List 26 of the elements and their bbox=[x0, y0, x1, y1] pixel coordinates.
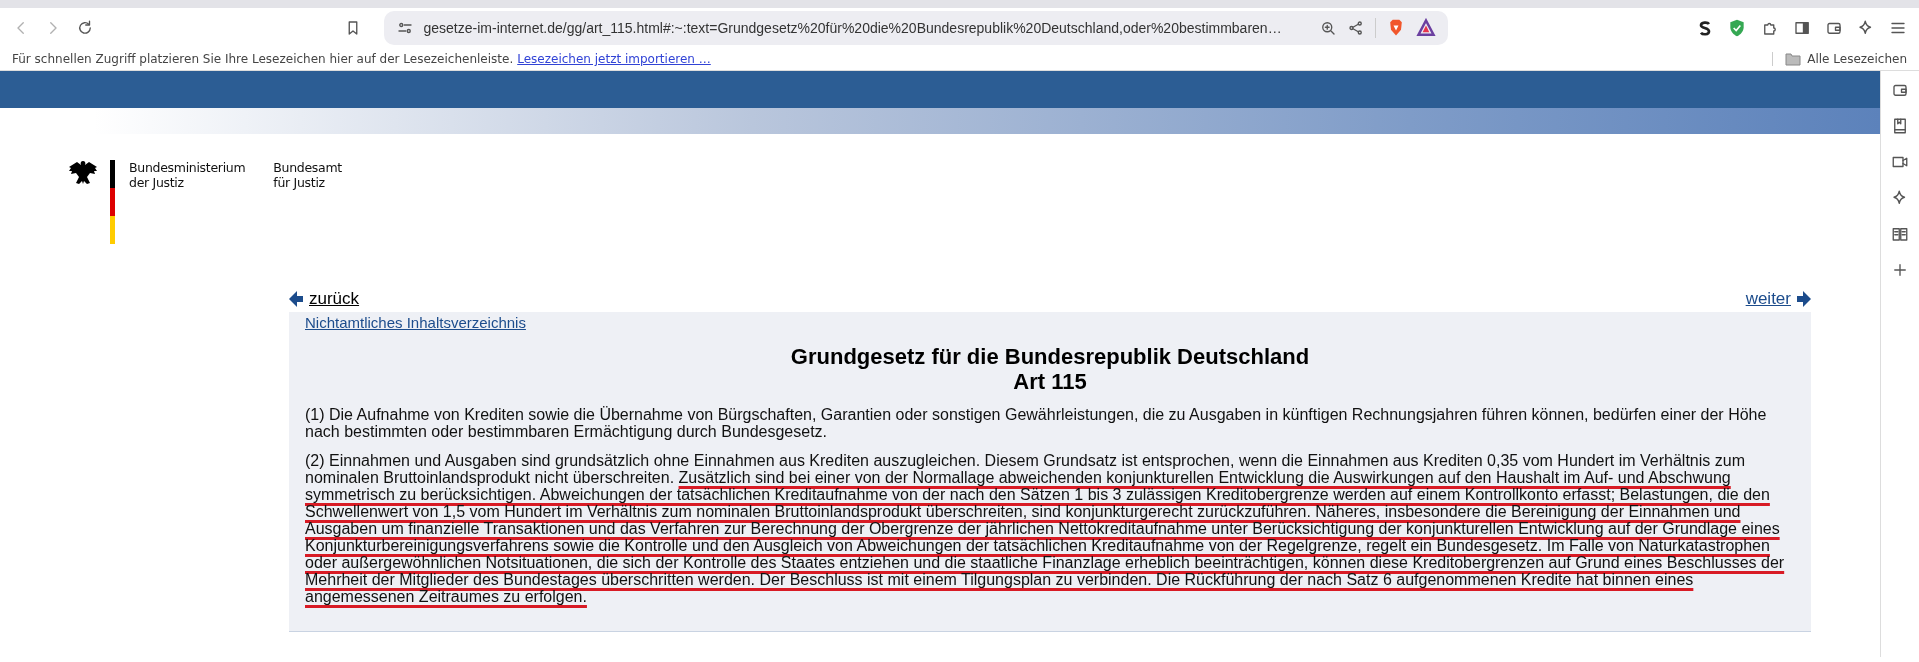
triangle-icon[interactable] bbox=[1415, 18, 1436, 38]
bookmarks-hint: Für schnellen Zugriff platzieren Sie Ihre Lesezeichen hier auf der Lesezeichenleiste. bbox=[12, 52, 514, 66]
import-bookmarks-link[interactable]: Lesezeichen jetzt importieren … bbox=[517, 52, 711, 66]
law-paragraph: (2) Einnahmen und Ausgaben sind grundsätzlich ohne Einnahmen aus Krediten auszugleichen. Diesem Grundsatz ist entsprochen, wenn die Einnahmen aus Krediten 0,35 vom Hundert im Verhältnis zum nominalen Bruttoinlandsprodukt nicht überschreiten. Zusätzlich sind bei einer von der Normallage abweichenden konjunkturellen Entwicklung die Auswirkungen auf den Haushalt im Auf- und Abschwung symmetrisch zu berücksichtigen. Abweichungen der tatsächlichen Kreditaufnahme von der nach den Sätzen 1 bis 3 zulässigen Kreditobergrenze werden auf einem Kontrollkonto erfasst; Belastungen, die den Schwellenwert von 1,5 vom Hundert im Verhältnis zum nominalen Bruttoinlandsprodukt überschreiten, sind konjunkturgerecht zurückzuführen. Näheres, insbesondere die Bereinigung der Einnahmen und Ausgaben um finanzielle Transaktionen und das Verfahren zur Berechnung der Obergrenze der jährlichen Nettokreditaufnahme unter Berücksichtigung der konjunkturellen Entwicklung auf der Grundlage eines Konjunkturbereinigungsverfahrens sowie die Kontrolle und den Ausgleich von Abweichungen der tatsächlichen Kreditaufnahme von der Regelgrenze, regelt ein Bundesgesetz. Im Falle von Naturkatastrophen oder außergewöhnlichen Notsituationen, die sich der Kontrolle des Staates entziehen und die staatliche Finanzlage erheblich beeinträchtigen, können diese Kreditobergrenzen auf Grund eines Beschlusses der Mehrheit der Mitglieder des Bundestages überschritten werden. Der Beschluss ist mit einem Tilgungsplan zu verbinden. Die Rückführung der nach Satz 6 aufgenommenen Kredite hat binnen eines angemessenen Zeitraumes zu erfolgen. bbox=[305, 452, 1786, 605]
folder-icon bbox=[1785, 52, 1802, 66]
sidebar-icon[interactable] bbox=[1793, 19, 1811, 37]
all-bookmarks-label[interactable]: Alle Lesezeichen bbox=[1807, 52, 1907, 66]
eagle-icon bbox=[68, 160, 98, 186]
ministry-name: Bundesministerium der Justiz bbox=[129, 160, 246, 192]
s-logo-icon[interactable] bbox=[1697, 19, 1713, 37]
back-link[interactable]: zurück bbox=[289, 289, 360, 309]
left-arrow-icon bbox=[289, 291, 303, 307]
share-icon[interactable] bbox=[1346, 19, 1365, 37]
article-number: Art 115 bbox=[1012, 369, 1088, 394]
office-name: Bundesamt für Justiz bbox=[273, 160, 342, 192]
forward-link[interactable]: weiter bbox=[1745, 289, 1811, 309]
address-bar[interactable]: gesetze-im-internet.de/gg/art_115.html#:~:text=Grundgesetz%20für%20die%20Bundesrepublik%20Deutschland,oder%20bestimmbaren… bbox=[383, 11, 1448, 45]
bookmark-book-icon[interactable] bbox=[1891, 117, 1909, 135]
law-title: Grundgesetz für die Bundesrepublik Deutschland bbox=[789, 344, 1311, 369]
reload-icon[interactable] bbox=[76, 19, 94, 37]
right-arrow-icon bbox=[1797, 291, 1811, 307]
law-paragraph: (1) Die Aufnahme von Krediten sowie die Übernahme von Bürgschaften, Garantien oder sonstigen Gewährleistungen, die zu Ausgaben in künftigen Rechnungsjahren führen können, bedürfen einer der Höhe nach bestimmten oder bestimmbaren Ermächtigung durch Bundesgesetz. bbox=[305, 406, 1768, 440]
shield-check-icon[interactable] bbox=[1727, 18, 1747, 38]
toc-link[interactable]: Nichtamtliches Inhaltsverzeichnis bbox=[305, 314, 526, 331]
reader-icon[interactable] bbox=[1891, 225, 1909, 243]
add-icon[interactable] bbox=[1891, 261, 1909, 279]
